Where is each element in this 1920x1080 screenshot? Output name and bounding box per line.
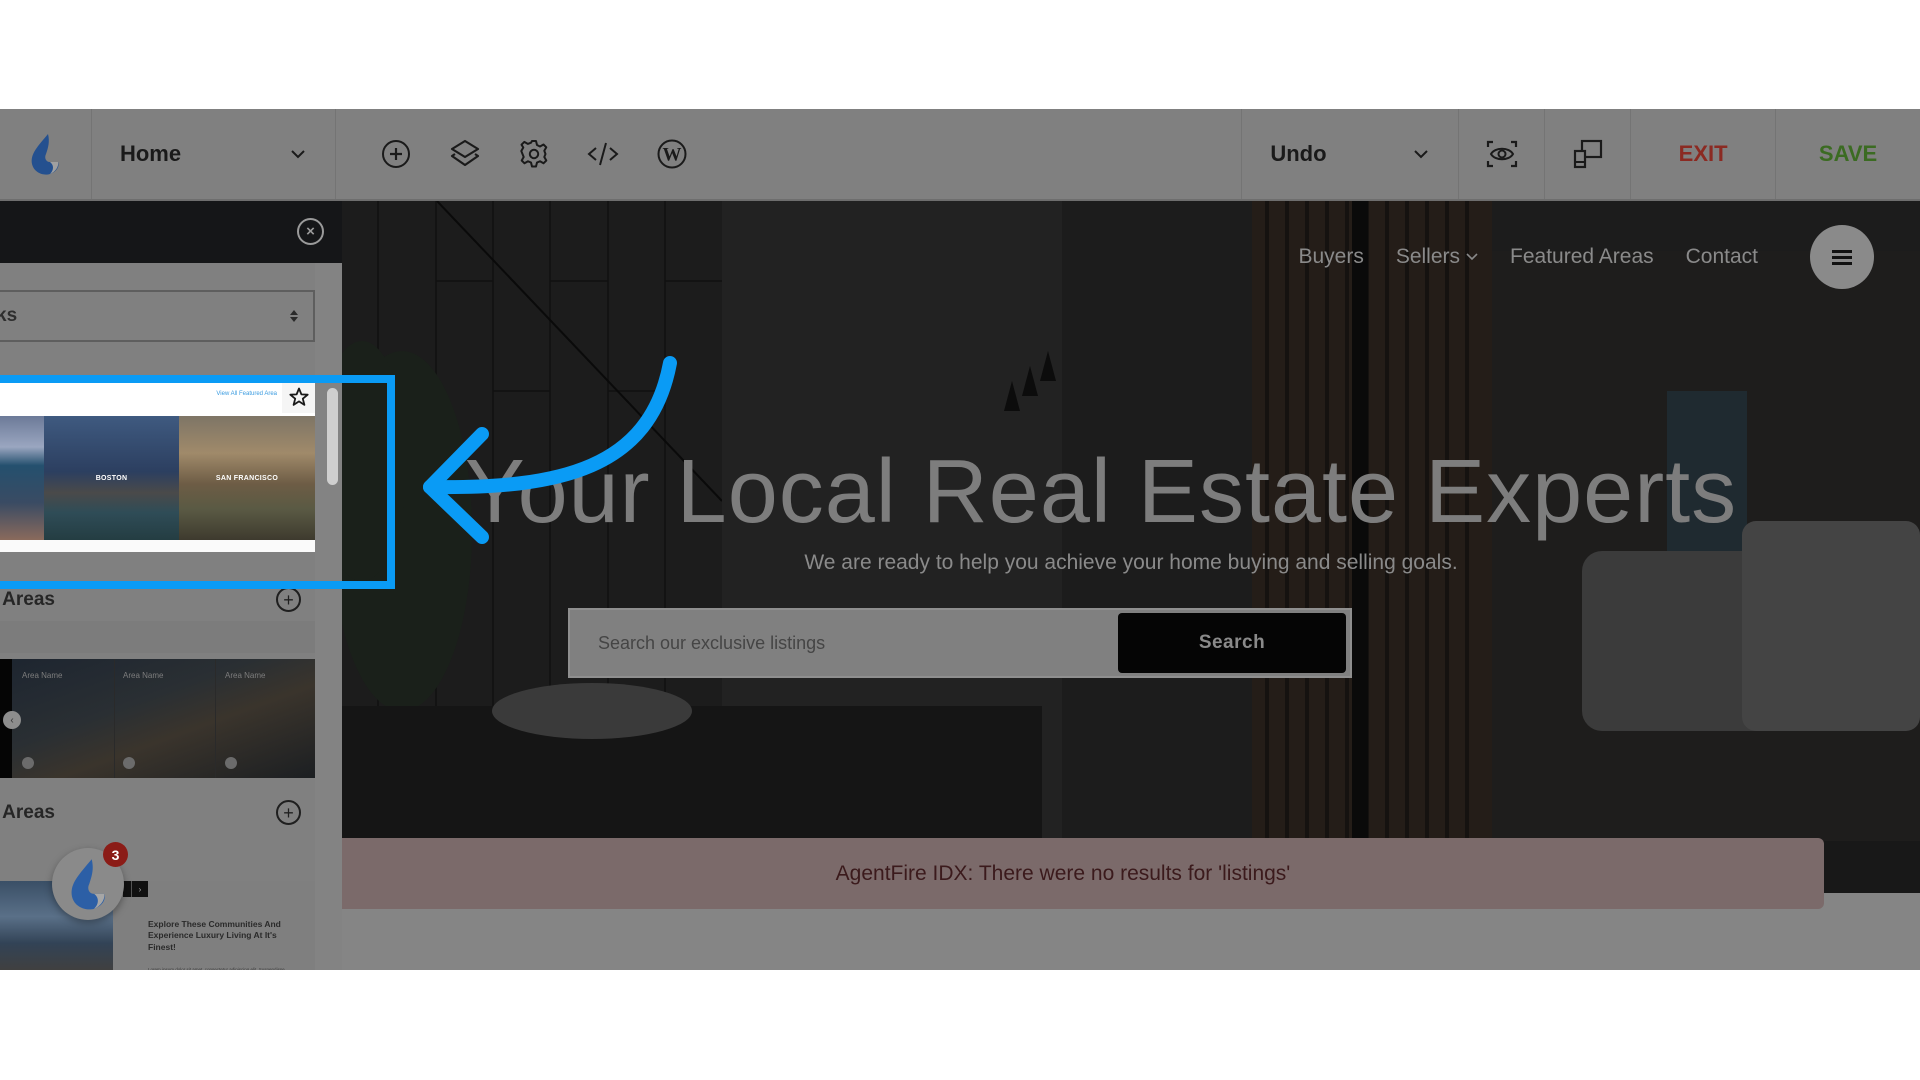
hero-section: Buyers Sellers Featured Areas Contact Yo… <box>342 201 1920 893</box>
code-icon <box>587 142 619 166</box>
undo-select-value: Undo <box>1270 141 1327 166</box>
close-icon: × <box>306 223 315 240</box>
agent-avatar <box>22 757 34 769</box>
builder-tools: W <box>336 109 1243 199</box>
featured-area-images: BOSTON SAN FRANCISCO <box>0 416 315 540</box>
undo-select[interactable]: Undo <box>1242 109 1460 199</box>
agent-avatar <box>225 757 237 769</box>
add-block-button[interactable]: + <box>276 800 301 825</box>
favorite-block-button[interactable] <box>282 380 315 413</box>
hero-title: Your Local Real Estate Experts <box>464 442 1738 542</box>
block-label: d Areas <box>0 802 55 823</box>
communities-block-preview[interactable]: › Explore These Communities And Experien… <box>0 881 315 970</box>
agent-avatar <box>123 757 135 769</box>
wordpress-button[interactable]: W <box>638 124 707 184</box>
site-nav: Buyers Sellers Featured Areas Contact <box>1298 225 1874 289</box>
tile-title: Area Name <box>225 671 266 680</box>
star-icon <box>288 387 309 406</box>
preview-button[interactable] <box>1459 109 1546 199</box>
nav-link-featured-areas[interactable]: Featured Areas <box>1510 245 1654 269</box>
idx-no-results-alert: AgentFire IDX: There were no results for… <box>342 838 1824 909</box>
page-select-value: Home <box>119 141 182 166</box>
agentfire-flame-icon <box>71 859 105 910</box>
gear-icon <box>520 140 548 168</box>
listing-search-input[interactable] <box>570 610 1118 676</box>
nav-link-contact[interactable]: Contact <box>1686 245 1758 269</box>
builder-toolbar: Home W Undo EXIT SAVE <box>0 109 1920 201</box>
responsive-devices-icon <box>1573 139 1602 169</box>
nav-link-buyers[interactable]: Buyers <box>1298 245 1363 269</box>
wordpress-icon: W <box>657 139 687 169</box>
block-card-spacer <box>0 621 315 653</box>
agentfire-flame-icon <box>32 134 59 175</box>
hamburger-menu-icon <box>1832 250 1852 265</box>
hero-background-image <box>342 201 1920 893</box>
plus-circle-icon <box>382 140 411 168</box>
carousel-next-button[interactable]: › <box>131 881 148 897</box>
chevron-right-icon: › <box>138 884 142 894</box>
chevron-down-icon <box>1466 253 1478 261</box>
agentfire-logo[interactable] <box>0 109 92 199</box>
plus-circle-icon: + <box>283 589 294 610</box>
settings-button[interactable] <box>500 124 569 184</box>
panel-header: × <box>0 201 342 263</box>
block-label: d Areas <box>0 589 55 610</box>
communities-body: Lorem ipsum dolor sit amet, consectetur … <box>148 967 285 970</box>
panel-scrollbar[interactable] <box>315 263 342 970</box>
featured-areas-carousel-preview[interactable]: ‹ Area Name Area Name Area Name <box>0 659 315 778</box>
listing-search-form: Search <box>568 608 1352 678</box>
carousel-prev-button[interactable]: ‹ <box>3 711 21 729</box>
notification-badge: 3 <box>103 842 128 867</box>
blocks-panel: × ks View All Featured Area BOSTON SAN F… <box>0 201 342 970</box>
svg-text:W: W <box>663 145 682 166</box>
page-select[interactable]: Home <box>92 109 336 199</box>
exit-button[interactable]: EXIT <box>1631 109 1777 199</box>
chevron-down-icon <box>1414 149 1428 158</box>
block-preview-header: View All Featured Area <box>0 376 315 416</box>
featured-areas-block-preview[interactable]: View All Featured Area BOSTON SAN FRANCI… <box>0 376 315 552</box>
chevron-left-icon: ‹ <box>10 714 14 726</box>
search-button[interactable]: Search <box>1118 613 1346 673</box>
chevron-down-icon <box>291 149 305 158</box>
save-button[interactable]: SAVE <box>1776 109 1920 199</box>
view-all-featured-link: View All Featured Area <box>216 391 277 397</box>
sort-arrows-icon <box>290 310 298 322</box>
layers-icon <box>451 139 480 167</box>
hamburger-menu-button[interactable] <box>1810 225 1874 289</box>
tile-title: Area Name <box>22 671 63 680</box>
block-category-value: ks <box>0 305 18 326</box>
alert-text: AgentFire IDX: There were no results for… <box>835 861 1291 885</box>
add-block-button[interactable] <box>362 124 431 184</box>
area-image-san-francisco: SAN FRANCISCO <box>179 416 315 540</box>
tile-title: Area Name <box>123 671 164 680</box>
layers-button[interactable] <box>431 124 500 184</box>
hero-subtitle: We are ready to help you achieve your ho… <box>804 551 1458 574</box>
add-block-button[interactable]: + <box>276 587 301 612</box>
area-image-boston: BOSTON <box>44 416 179 540</box>
code-button[interactable] <box>569 124 638 184</box>
nav-link-sellers[interactable]: Sellers <box>1396 245 1478 269</box>
agentfire-help-button[interactable]: 3 <box>52 842 128 920</box>
eye-scan-icon <box>1486 140 1517 168</box>
panel-scrollbar-thumb[interactable] <box>327 388 338 485</box>
communities-heading: Explore These Communities And Experience… <box>148 919 281 952</box>
responsive-view-button[interactable] <box>1545 109 1632 199</box>
page-builder-screen: Buyers Sellers Featured Areas Contact Yo… <box>0 109 1920 970</box>
panel-close-button[interactable]: × <box>297 218 324 245</box>
block-category-select[interactable]: ks <box>0 290 315 342</box>
plus-circle-icon: + <box>283 802 294 823</box>
area-image-new-york <box>0 416 44 540</box>
